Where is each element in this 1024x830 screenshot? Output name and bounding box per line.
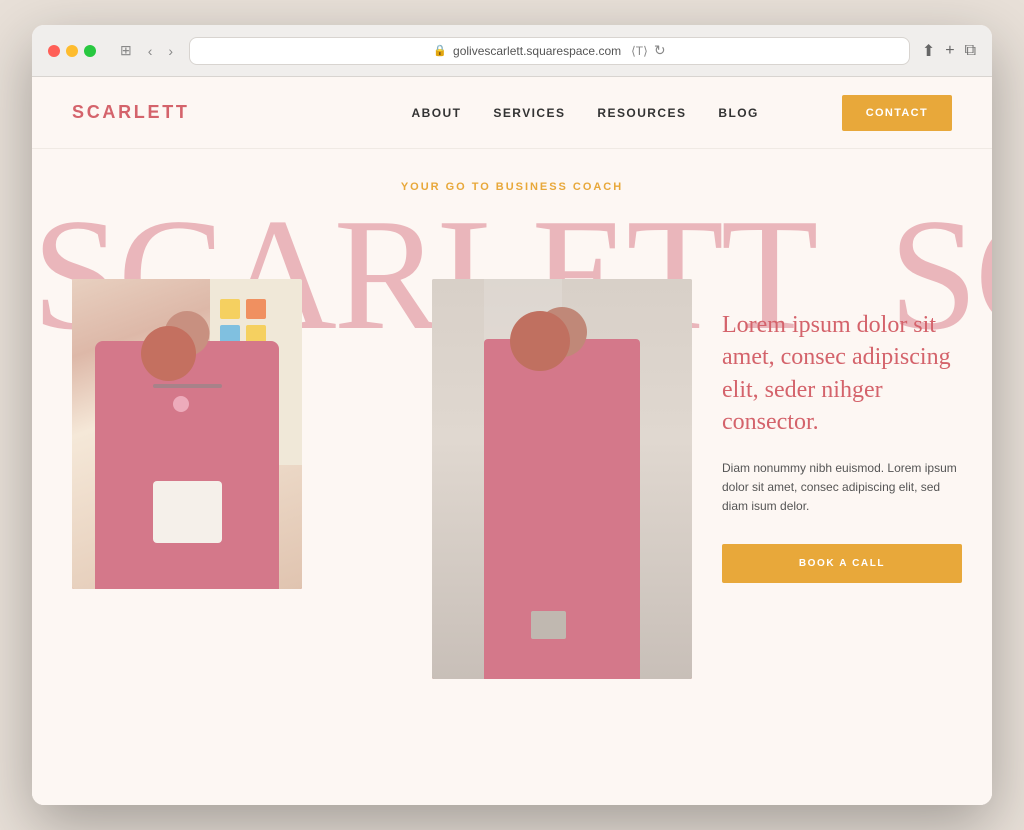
browser-window: ⊞ ‹ › 🔒 golivescarlett.squarespace.com ⟨… bbox=[32, 25, 992, 805]
tagline-text: YOUR GO TO BUSINESS COACH bbox=[401, 181, 623, 193]
site-logo[interactable]: SCARLETT bbox=[72, 102, 329, 123]
maximize-button[interactable] bbox=[84, 45, 96, 57]
tagline-container: YOUR GO TO BUSINESS COACH bbox=[32, 177, 992, 195]
hero-body-text: Diam nonummy nibh euismod. Lorem ipsum d… bbox=[722, 459, 962, 517]
site-nav: SCARLETT ABOUT SERVICES RESOURCES BLOG C… bbox=[32, 77, 992, 149]
share-button[interactable]: ⬆ bbox=[922, 41, 935, 61]
right-content-panel: Lorem ipsum dolor sit amet, consec adipi… bbox=[722, 309, 962, 583]
glasses bbox=[153, 384, 222, 388]
browser-nav-controls: ⊞ ‹ › bbox=[116, 40, 177, 61]
close-button[interactable] bbox=[48, 45, 60, 57]
url-text: golivescarlett.squarespace.com bbox=[453, 44, 621, 58]
back-button[interactable]: ‹ bbox=[144, 41, 157, 61]
nav-about[interactable]: ABOUT bbox=[412, 106, 462, 120]
browser-chrome: ⊞ ‹ › 🔒 golivescarlett.squarespace.com ⟨… bbox=[32, 25, 992, 77]
book-call-button[interactable]: BOOK A CALL bbox=[722, 544, 962, 583]
hero-section: YOUR GO TO BUSINESS COACH SCARLETT SCARL… bbox=[32, 149, 992, 805]
hero-photo-left bbox=[72, 279, 302, 589]
hero-headline: Lorem ipsum dolor sit amet, consec adipi… bbox=[722, 309, 962, 439]
hero-photo-right bbox=[432, 279, 692, 679]
contact-button[interactable]: CONTACT bbox=[842, 95, 952, 131]
nav-links: ABOUT SERVICES RESOURCES BLOG bbox=[329, 106, 842, 120]
new-tab-button[interactable]: + bbox=[945, 42, 954, 60]
duplicate-button[interactable]: ⧉ bbox=[965, 42, 976, 60]
postit-1 bbox=[220, 299, 240, 319]
browser-actions: ⬆ + ⧉ bbox=[922, 41, 976, 61]
nav-services[interactable]: SERVICES bbox=[493, 106, 565, 120]
nav-blog[interactable]: BLOG bbox=[718, 106, 758, 120]
address-bar[interactable]: 🔒 golivescarlett.squarespace.com ⟨T⟩ ↻ bbox=[189, 37, 910, 65]
translate-icon: ⟨T⟩ bbox=[631, 44, 648, 58]
white-top bbox=[153, 481, 222, 543]
refresh-icon[interactable]: ↻ bbox=[654, 42, 666, 59]
laptop bbox=[531, 611, 566, 639]
window-button[interactable]: ⊞ bbox=[116, 40, 136, 61]
lock-icon: 🔒 bbox=[433, 44, 447, 57]
postit-2 bbox=[246, 299, 266, 319]
minimize-button[interactable] bbox=[66, 45, 78, 57]
left-figure-body bbox=[95, 341, 279, 589]
hero-photo-right-container bbox=[432, 279, 692, 679]
traffic-lights bbox=[48, 45, 96, 57]
website: SCARLETT ABOUT SERVICES RESOURCES BLOG C… bbox=[32, 77, 992, 805]
forward-button[interactable]: › bbox=[164, 41, 177, 61]
nav-resources[interactable]: RESOURCES bbox=[597, 106, 686, 120]
